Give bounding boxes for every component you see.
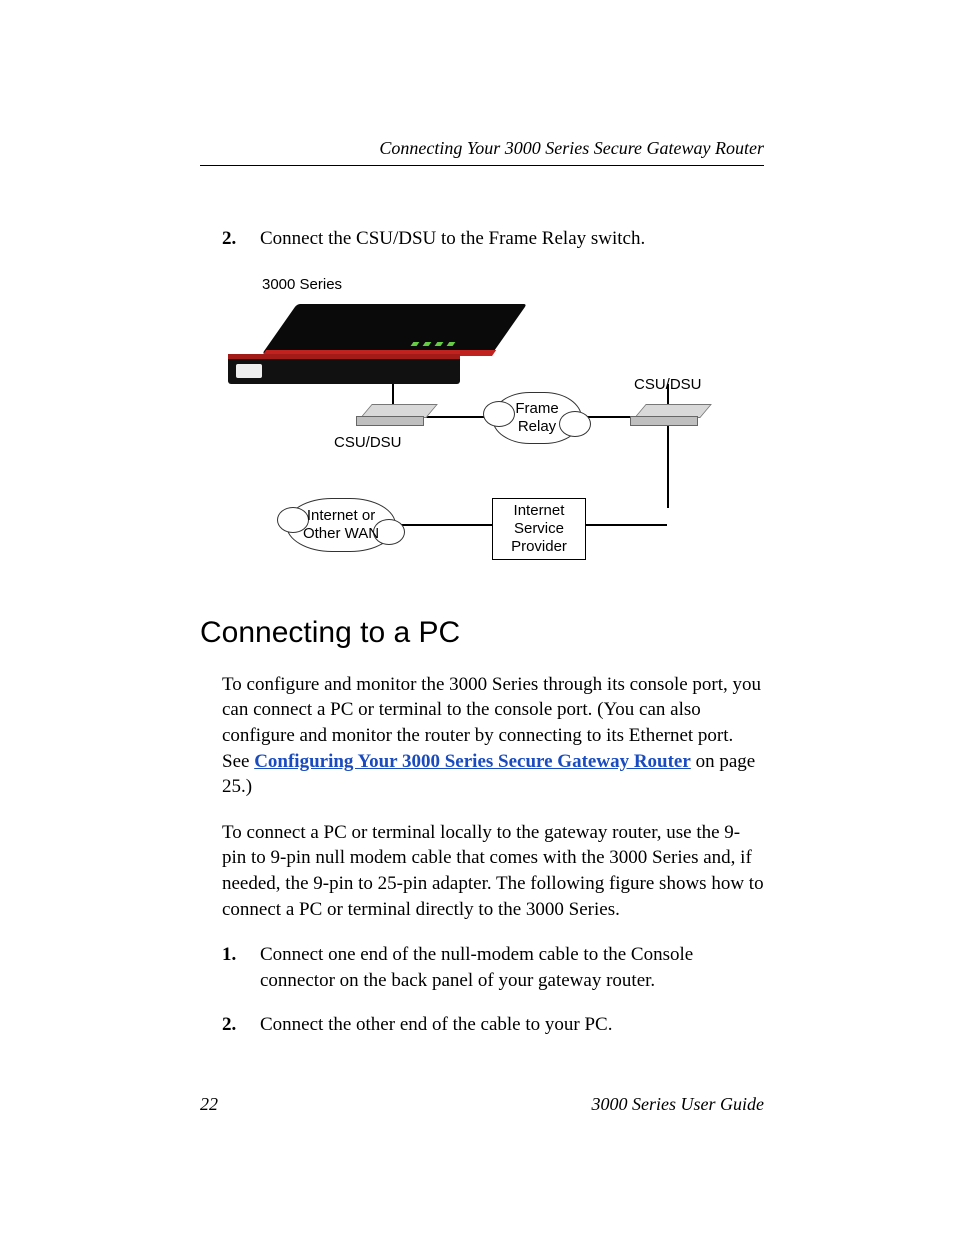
router-icon xyxy=(262,304,492,386)
cloud-frame-relay-icon: Frame Relay xyxy=(492,392,582,444)
step-item: 1. Connect one end of the null-modem cab… xyxy=(222,942,764,993)
cloud-frame-relay-label: Frame Relay xyxy=(515,400,558,435)
figure-label-csu-left: CSU/DSU xyxy=(334,434,402,451)
doc-title: 3000 Series User Guide xyxy=(592,1094,764,1115)
isp-label: Internet Service Provider xyxy=(511,502,567,556)
figure-label-csu-right: CSU/DSU xyxy=(634,376,702,393)
isp-box: Internet Service Provider xyxy=(492,498,586,560)
cloud-wan-icon: Internet or Other WAN xyxy=(286,498,396,552)
step-number: 1. xyxy=(222,942,242,993)
running-header: Connecting Your 3000 Series Secure Gatew… xyxy=(200,138,764,165)
step-number: 2. xyxy=(222,1012,242,1038)
step-text: Connect the CSU/DSU to the Frame Relay s… xyxy=(260,226,764,252)
csu-dsu-icon xyxy=(360,404,430,426)
section-heading: Connecting to a PC xyxy=(200,616,764,650)
header-rule xyxy=(200,165,764,166)
figure-label-device: 3000 Series xyxy=(262,276,342,293)
step-number: 2. xyxy=(222,226,242,252)
cross-reference-link[interactable]: Configuring Your 3000 Series Secure Gate… xyxy=(254,751,691,772)
step-item: 2. Connect the CSU/DSU to the Frame Rela… xyxy=(222,226,764,252)
wire xyxy=(667,426,669,508)
step-text: Connect the other end of the cable to yo… xyxy=(260,1012,764,1038)
paragraph: To configure and monitor the 3000 Series… xyxy=(222,672,764,800)
csu-dsu-icon xyxy=(634,404,704,426)
step-text: Connect one end of the null-modem cable … xyxy=(260,942,764,993)
paragraph: To connect a PC or terminal locally to t… xyxy=(222,820,764,923)
page-number: 22 xyxy=(200,1094,218,1115)
page-footer: 22 3000 Series User Guide xyxy=(200,1094,764,1115)
wire xyxy=(577,524,667,526)
network-diagram: 3000 Series CSU/DSU Frame Relay CSU/DSU … xyxy=(222,276,764,576)
page: Connecting Your 3000 Series Secure Gatew… xyxy=(0,0,954,1235)
wire xyxy=(392,384,394,406)
cloud-wan-label: Internet or Other WAN xyxy=(303,507,379,542)
step-item: 2. Connect the other end of the cable to… xyxy=(222,1012,764,1038)
